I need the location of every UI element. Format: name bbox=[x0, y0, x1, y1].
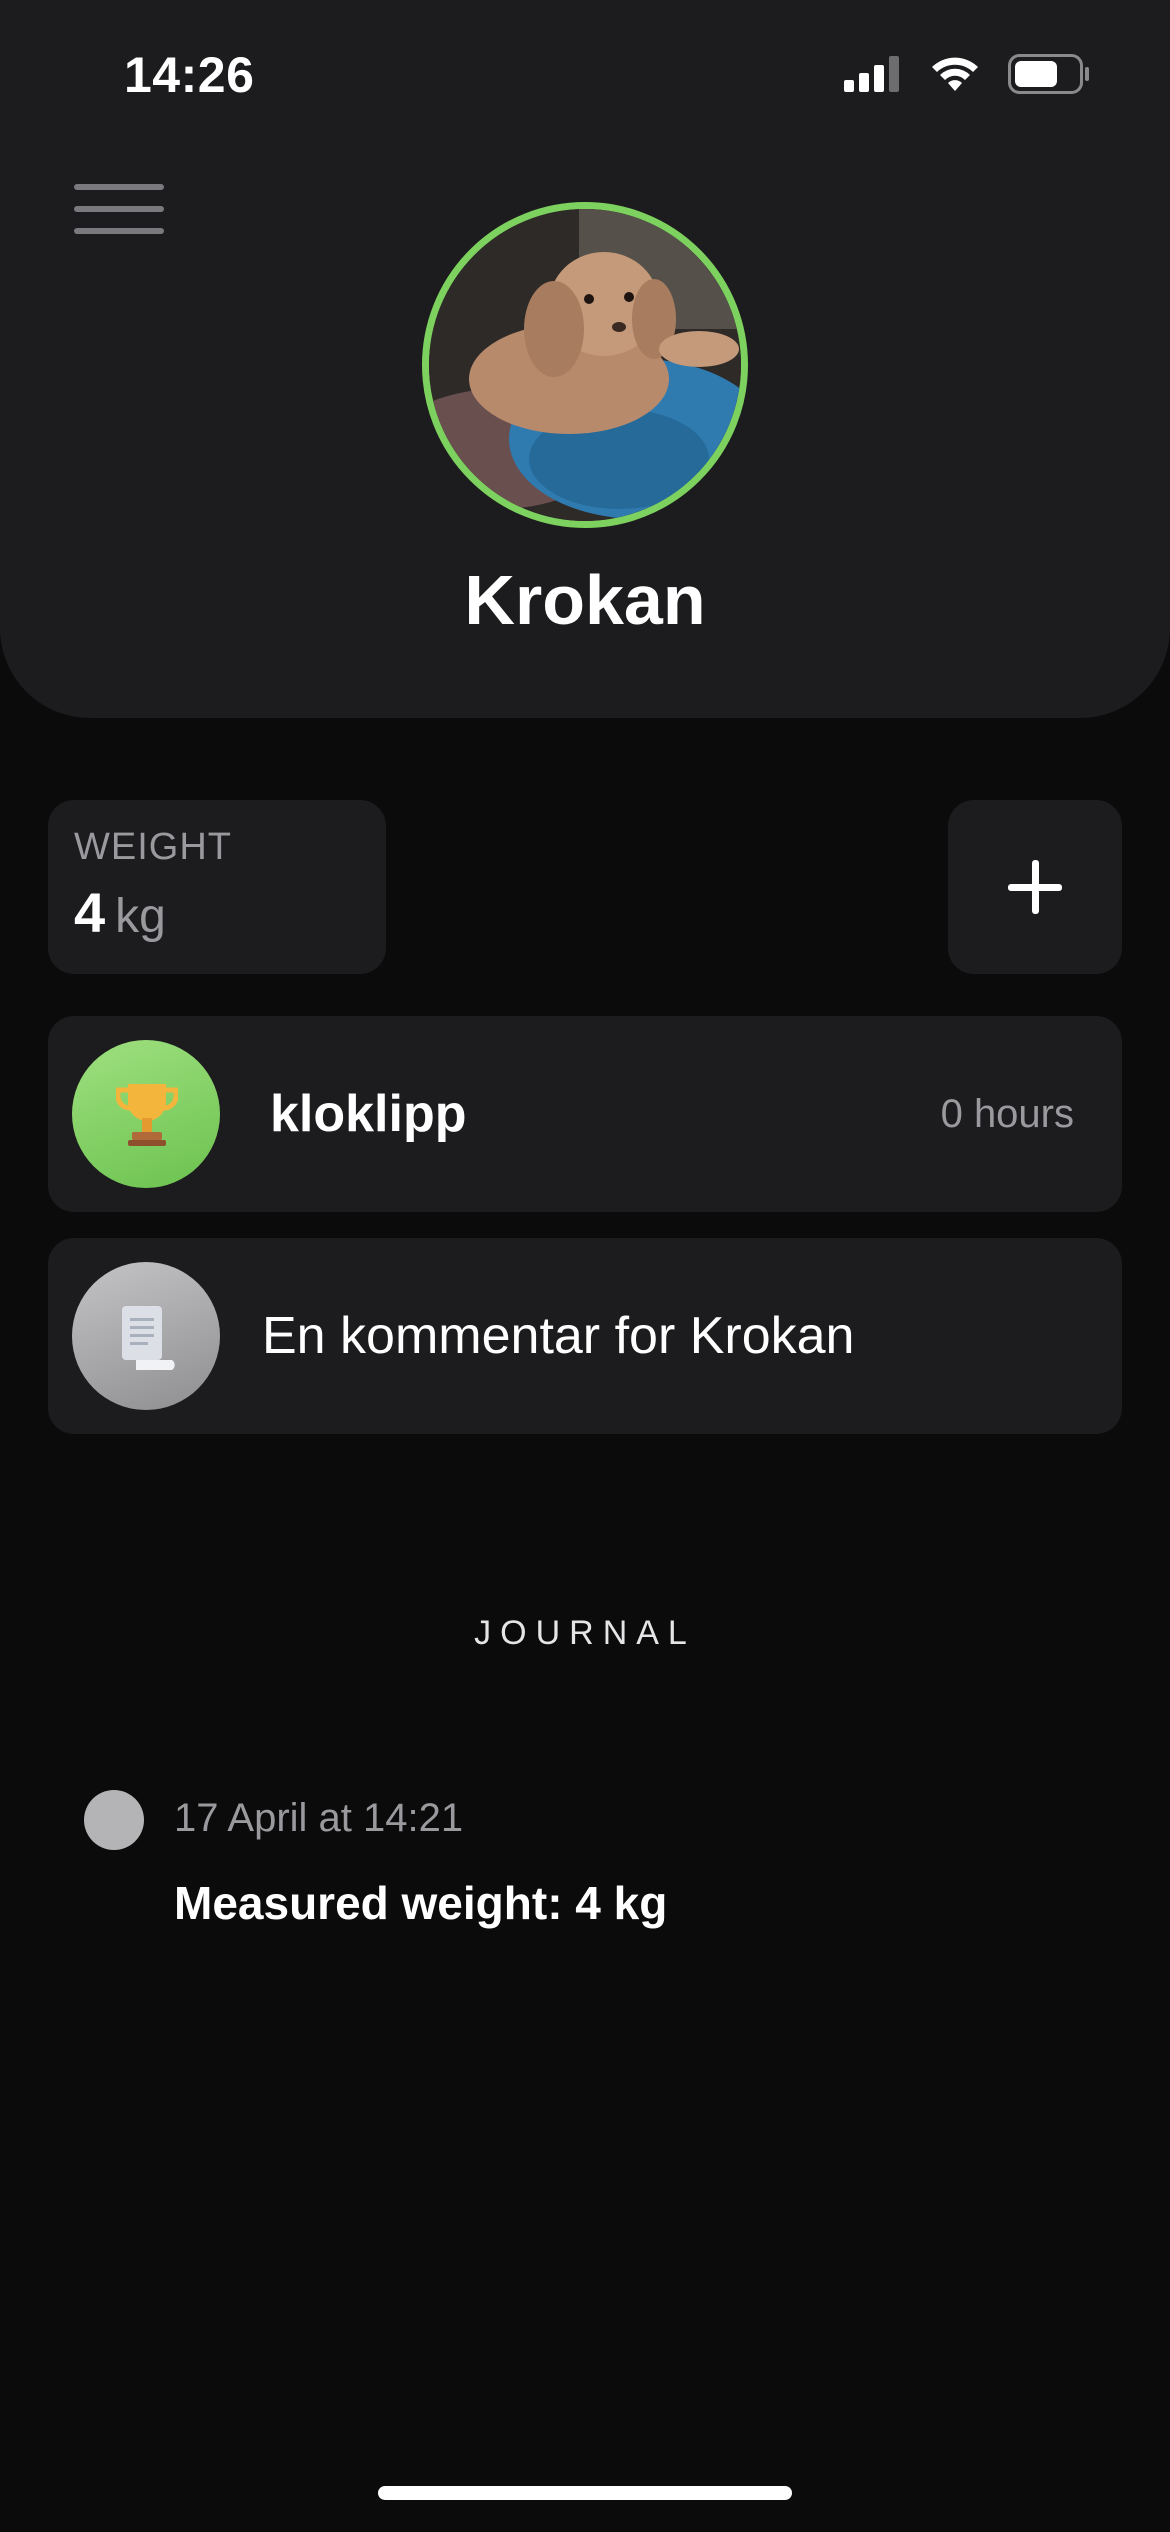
journal-entry-text: Measured weight: 4 kg bbox=[174, 1877, 668, 1929]
menu-line bbox=[74, 228, 164, 234]
comment-card[interactable]: En kommentar for Krokan bbox=[48, 1238, 1122, 1434]
comment-text: En kommentar for Krokan bbox=[262, 1307, 855, 1365]
status-icons bbox=[844, 54, 1090, 94]
trophy-icon bbox=[116, 1084, 178, 1146]
journal-entry-marker bbox=[84, 1790, 144, 1850]
journal-heading: JOURNAL bbox=[474, 1614, 696, 1652]
status-time: 14:26 bbox=[124, 47, 255, 103]
weight-value-container: 4 kg bbox=[74, 880, 166, 945]
weight-card[interactable]: WEIGHT 4 kg bbox=[48, 800, 386, 974]
activity-duration: 0 hours bbox=[940, 1092, 1074, 1136]
home-indicator[interactable] bbox=[378, 2486, 792, 2500]
weight-unit: kg bbox=[115, 890, 166, 943]
document-icon bbox=[122, 1306, 175, 1370]
cellular-signal-icon bbox=[844, 56, 899, 92]
trophy-badge bbox=[72, 1040, 220, 1188]
activity-title: kloklipp bbox=[270, 1085, 467, 1143]
activity-card-kloklipp[interactable]: kloklipp 0 hours bbox=[48, 1016, 1122, 1212]
weight-value: 4 bbox=[74, 881, 106, 944]
pet-photo bbox=[429, 209, 741, 521]
journal-entry-time: 17 April at 14:21 bbox=[174, 1796, 464, 1840]
weight-label: WEIGHT bbox=[74, 826, 232, 868]
battery-icon bbox=[1008, 54, 1089, 94]
hamburger-menu-icon bbox=[74, 184, 164, 190]
menu-button[interactable] bbox=[74, 184, 164, 236]
wifi-icon bbox=[932, 57, 978, 91]
add-button[interactable] bbox=[948, 800, 1122, 974]
menu-line bbox=[74, 206, 164, 212]
pet-avatar[interactable] bbox=[422, 202, 748, 528]
pet-name: Krokan bbox=[464, 561, 706, 639]
comment-badge bbox=[72, 1262, 220, 1410]
